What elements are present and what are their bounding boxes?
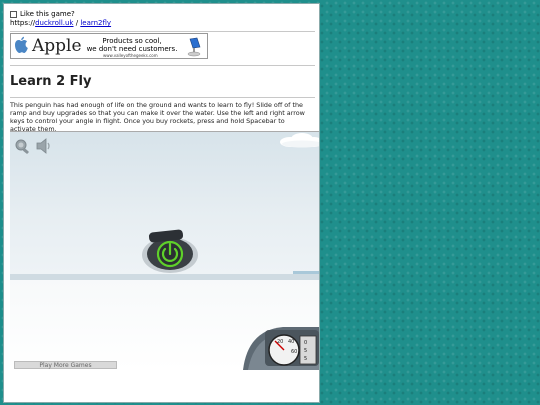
ad-banner[interactable]: Apple Products so cool, we don't need cu… [10, 33, 208, 59]
page-panel: Like this game? https://duckroll.uk / le… [3, 3, 320, 403]
play-more-games-button[interactable]: Play More Games [14, 361, 117, 369]
site-link[interactable]: duckroll.uk [35, 19, 73, 27]
game-description: This penguin has had enough of life on t… [10, 101, 305, 133]
game-canvas[interactable]: 20 40 60 0 5 5 Play More Games [10, 131, 319, 370]
like-row[interactable]: Like this game? [10, 10, 111, 19]
page-title: Learn 2 Fly [10, 74, 92, 89]
ad-line-1: Products so cool, [102, 37, 162, 45]
gauge-label: 40 [288, 339, 294, 345]
breadcrumb: https://duckroll.uk / learn2fly [10, 19, 111, 28]
speaker-icon[interactable] [35, 138, 53, 154]
ad-site: www.valleyofthegeeks.com [103, 53, 158, 58]
like-label: Like this game? [20, 10, 75, 18]
cloud-icon [280, 133, 319, 148]
ad-line-2: we don't need customers. [86, 45, 178, 53]
gauge-label: 0 [304, 340, 307, 346]
mac-icon [187, 37, 201, 57]
gauge-label: 5 [304, 356, 307, 362]
search-icon[interactable] [14, 138, 32, 154]
gauge-label: 20 [277, 339, 283, 345]
ad-copy: Products so cool, we don't need customer… [83, 37, 181, 53]
like-checkbox[interactable] [10, 10, 17, 18]
url-prefix: https:// [10, 19, 36, 27]
gauge-label: 5 [304, 348, 307, 354]
divider [10, 97, 315, 98]
divider [10, 65, 315, 66]
gauge-label: 60 [291, 349, 297, 355]
apple-logo-icon [15, 36, 28, 53]
ad-brand: Apple [32, 36, 82, 56]
header: Like this game? https://duckroll.uk / le… [10, 10, 111, 28]
page-link[interactable]: learn2fly [80, 19, 111, 27]
power-button[interactable] [141, 229, 199, 275]
divider [10, 31, 315, 32]
gauge-icon: 20 40 60 0 5 5 [243, 327, 319, 370]
